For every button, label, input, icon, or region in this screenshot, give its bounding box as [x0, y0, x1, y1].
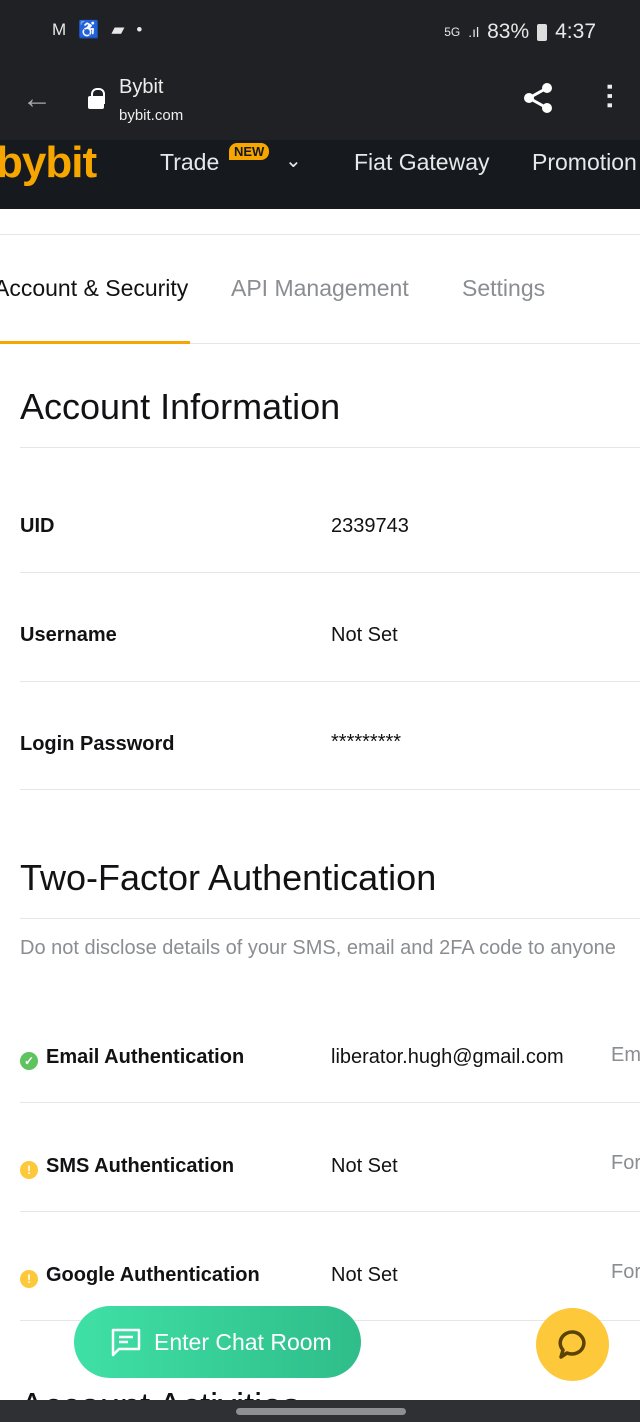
uid-value: 2339743	[331, 515, 409, 537]
bybit-logo[interactable]: bybit	[0, 138, 97, 188]
gmail-icon: M	[52, 20, 67, 39]
check-icon: ✓	[20, 1052, 38, 1070]
email-auth-text: Email Authentication	[46, 1046, 245, 1068]
support-button[interactable]	[536, 1308, 609, 1381]
share-icon[interactable]	[522, 82, 554, 114]
divider	[20, 681, 640, 682]
divider	[20, 1211, 640, 1212]
google-auth-label: ! Google Authentication	[20, 1264, 260, 1288]
2fa-heading: Two-Factor Authentication	[20, 857, 437, 898]
chat-button-label: Enter Chat Room	[154, 1328, 332, 1355]
divider	[20, 789, 640, 790]
uid-label: UID	[20, 515, 55, 537]
google-action[interactable]: For	[611, 1261, 640, 1284]
new-badge: NEW	[229, 143, 270, 160]
speech-bubble-icon	[557, 1329, 586, 1359]
account-info-heading: Account Information	[20, 386, 341, 427]
sms-action[interactable]: For	[611, 1152, 640, 1175]
browser-bar: ← Bybit bybit.com ⋯	[0, 66, 640, 140]
divider	[20, 447, 640, 448]
divider	[20, 918, 640, 919]
sms-value: Not Set	[331, 1155, 398, 1177]
account-activities-heading: Account Activities	[20, 1388, 300, 1400]
lock-icon[interactable]	[88, 88, 105, 109]
system-nav-bar	[0, 1400, 640, 1422]
battery-icon	[537, 23, 548, 41]
page-domain: bybit.com	[119, 107, 184, 124]
enter-chat-room-button[interactable]: Enter Chat Room	[74, 1306, 361, 1378]
google-auth-text: Google Authentication	[46, 1264, 260, 1286]
more-options-icon[interactable]: ⋯	[595, 82, 626, 110]
password-label: Login Password	[20, 733, 175, 755]
chevron-down-icon[interactable]: ⌄	[285, 148, 302, 173]
clock: 4:37	[555, 20, 596, 43]
status-bar: M ♿ ▰ • 5G .ıl 83% 4:37	[0, 0, 640, 66]
tab-bar: Account & Security API Management Settin…	[0, 234, 640, 344]
page-title: Bybit	[119, 76, 164, 98]
battery-text: 83%	[487, 20, 530, 43]
nav-trade[interactable]: Trade	[160, 149, 219, 176]
warning-icon: !	[20, 1270, 38, 1288]
chat-icon	[111, 1328, 141, 1357]
accessibility-icon: ♿	[78, 20, 100, 39]
warning-icon: !	[20, 1161, 38, 1179]
email-auth-label: ✓ Email Authentication	[20, 1046, 244, 1070]
active-tab-indicator	[0, 341, 190, 344]
sms-auth-text: SMS Authentication	[46, 1155, 235, 1177]
password-value: *********	[331, 731, 402, 753]
divider	[20, 1102, 640, 1103]
username-label: Username	[20, 624, 117, 646]
tab-account-security[interactable]: Account & Security	[0, 275, 188, 302]
username-value: Not Set	[331, 624, 398, 646]
divider	[20, 572, 640, 573]
google-value: Not Set	[331, 1264, 398, 1286]
sms-auth-label: ! SMS Authentication	[20, 1155, 234, 1179]
message-icon: ▰	[111, 20, 125, 39]
tab-settings[interactable]: Settings	[462, 275, 545, 302]
nav-promotion[interactable]: Promotion	[532, 149, 637, 176]
signal-icon: .ıl	[468, 24, 480, 40]
site-nav: bybit Trade NEW ⌄ Fiat Gateway Promotion	[0, 138, 640, 209]
email-value: liberator.hugh@gmail.com	[331, 1046, 564, 1068]
tab-api-management[interactable]: API Management	[231, 275, 409, 302]
dot-icon: •	[136, 20, 143, 39]
email-action[interactable]: Em	[611, 1044, 640, 1067]
network-icon: 5G	[444, 25, 461, 39]
home-gesture-handle[interactable]	[236, 1408, 406, 1415]
nav-fiat-gateway[interactable]: Fiat Gateway	[354, 149, 490, 176]
2fa-note: Do not disclose details of your SMS, ema…	[20, 937, 616, 959]
back-arrow-icon[interactable]: ←	[22, 82, 52, 116]
